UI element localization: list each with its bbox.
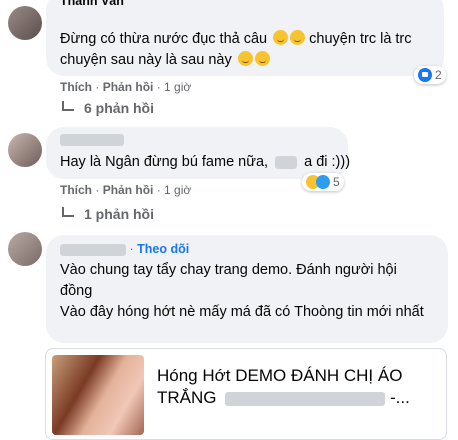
like-link[interactable]: Thích [60, 183, 92, 197]
link-title[interactable]: Hóng Hớt DEMO ĐÁNH CHỊ ÁO TRẮNG -... [157, 365, 442, 409]
reaction-summary[interactable]: 5 [302, 173, 344, 191]
separator: · [129, 242, 134, 256]
comment-author-redacted[interactable] [60, 134, 124, 146]
reaction-count: 2 [435, 68, 442, 82]
timestamp[interactable]: 1 giờ [164, 80, 191, 94]
comment-text: Hay là Ngân đừng bú fame nữa, a đi :))) [60, 152, 350, 173]
reaction-summary[interactable]: 2 [414, 66, 446, 84]
avatar[interactable] [8, 6, 42, 40]
separator: · [95, 183, 100, 197]
separator: · [156, 80, 161, 94]
link-title-line: Hóng Hớt DEMO ĐÁNH CHỊ ÁO [157, 366, 403, 385]
reply-link[interactable]: Phản hồi [103, 183, 154, 197]
ellipsis: -... [389, 388, 410, 407]
comment-text: Đừng có thừa nước đục thả câu chuyện trc… [60, 29, 412, 50]
comment-actions: Thích · Phản hồi · 1 giờ [60, 80, 191, 94]
comment-text-segment: chuyện sau này là sau này [60, 52, 232, 68]
redacted-text [225, 391, 386, 406]
smirk-emoji-icon [254, 51, 270, 66]
view-replies-link[interactable]: 6 phản hồi [62, 100, 154, 116]
reply-arrow-icon [62, 101, 74, 111]
redacted-text [275, 155, 298, 169]
wow-reaction-icon [316, 175, 330, 189]
separator: · [95, 80, 100, 94]
comment-author-line: · Theo dõi [60, 242, 189, 256]
reply-link[interactable]: Phản hồi [103, 80, 154, 94]
comment-text-segment: Đừng có thừa nước đục thả câu [60, 31, 268, 47]
separator: · [156, 183, 161, 197]
smirk-emoji-icon [237, 51, 253, 66]
smirk-emoji-icon [290, 30, 306, 45]
view-replies-link[interactable]: 1 phản hồi [62, 206, 154, 222]
comment-text-line: Vào đây hóng hớt nè mấy má đã có Thoòng … [60, 304, 424, 320]
comment-text: Vào chung tay tẩy chay trang demo. Đánh … [60, 260, 442, 323]
like-link[interactable]: Thích [60, 80, 92, 94]
comment-text-segment: a đi :))) [304, 154, 351, 170]
replies-label: 1 phản hồi [84, 206, 154, 222]
link-preview-card[interactable]: Hóng Hớt DEMO ĐÁNH CHỊ ÁO TRẮNG -... [45, 348, 447, 440]
comment-text: chuyện sau này là sau này [60, 50, 270, 71]
timestamp[interactable]: 1 giờ [164, 183, 191, 197]
comment-author[interactable]: Thanh Vân [60, 0, 124, 8]
follow-button[interactable]: Theo dõi [137, 242, 189, 256]
like-reaction-icon [418, 68, 432, 82]
reply-arrow-icon [62, 207, 74, 217]
link-title-line: TRẮNG -... [157, 387, 442, 409]
comment-text-segment: chuyện trc là trc [309, 31, 412, 47]
avatar[interactable] [8, 232, 42, 266]
avatar[interactable] [8, 133, 42, 167]
comment-text-line: đồng [60, 283, 93, 299]
comment-author-redacted[interactable] [60, 243, 126, 256]
replies-label: 6 phản hồi [84, 100, 154, 116]
comment-text-segment: Hay là Ngân đừng bú fame nữa, [60, 154, 269, 170]
link-title-segment: TRẮNG [157, 388, 217, 407]
reaction-count: 5 [333, 175, 340, 189]
comment-text-line: Vào chung tay tẩy chay trang demo. Đánh … [60, 262, 397, 278]
link-thumbnail-image [52, 355, 144, 435]
smirk-emoji-icon [273, 30, 289, 45]
comment-actions: Thích · Phản hồi · 1 giờ [60, 183, 191, 197]
